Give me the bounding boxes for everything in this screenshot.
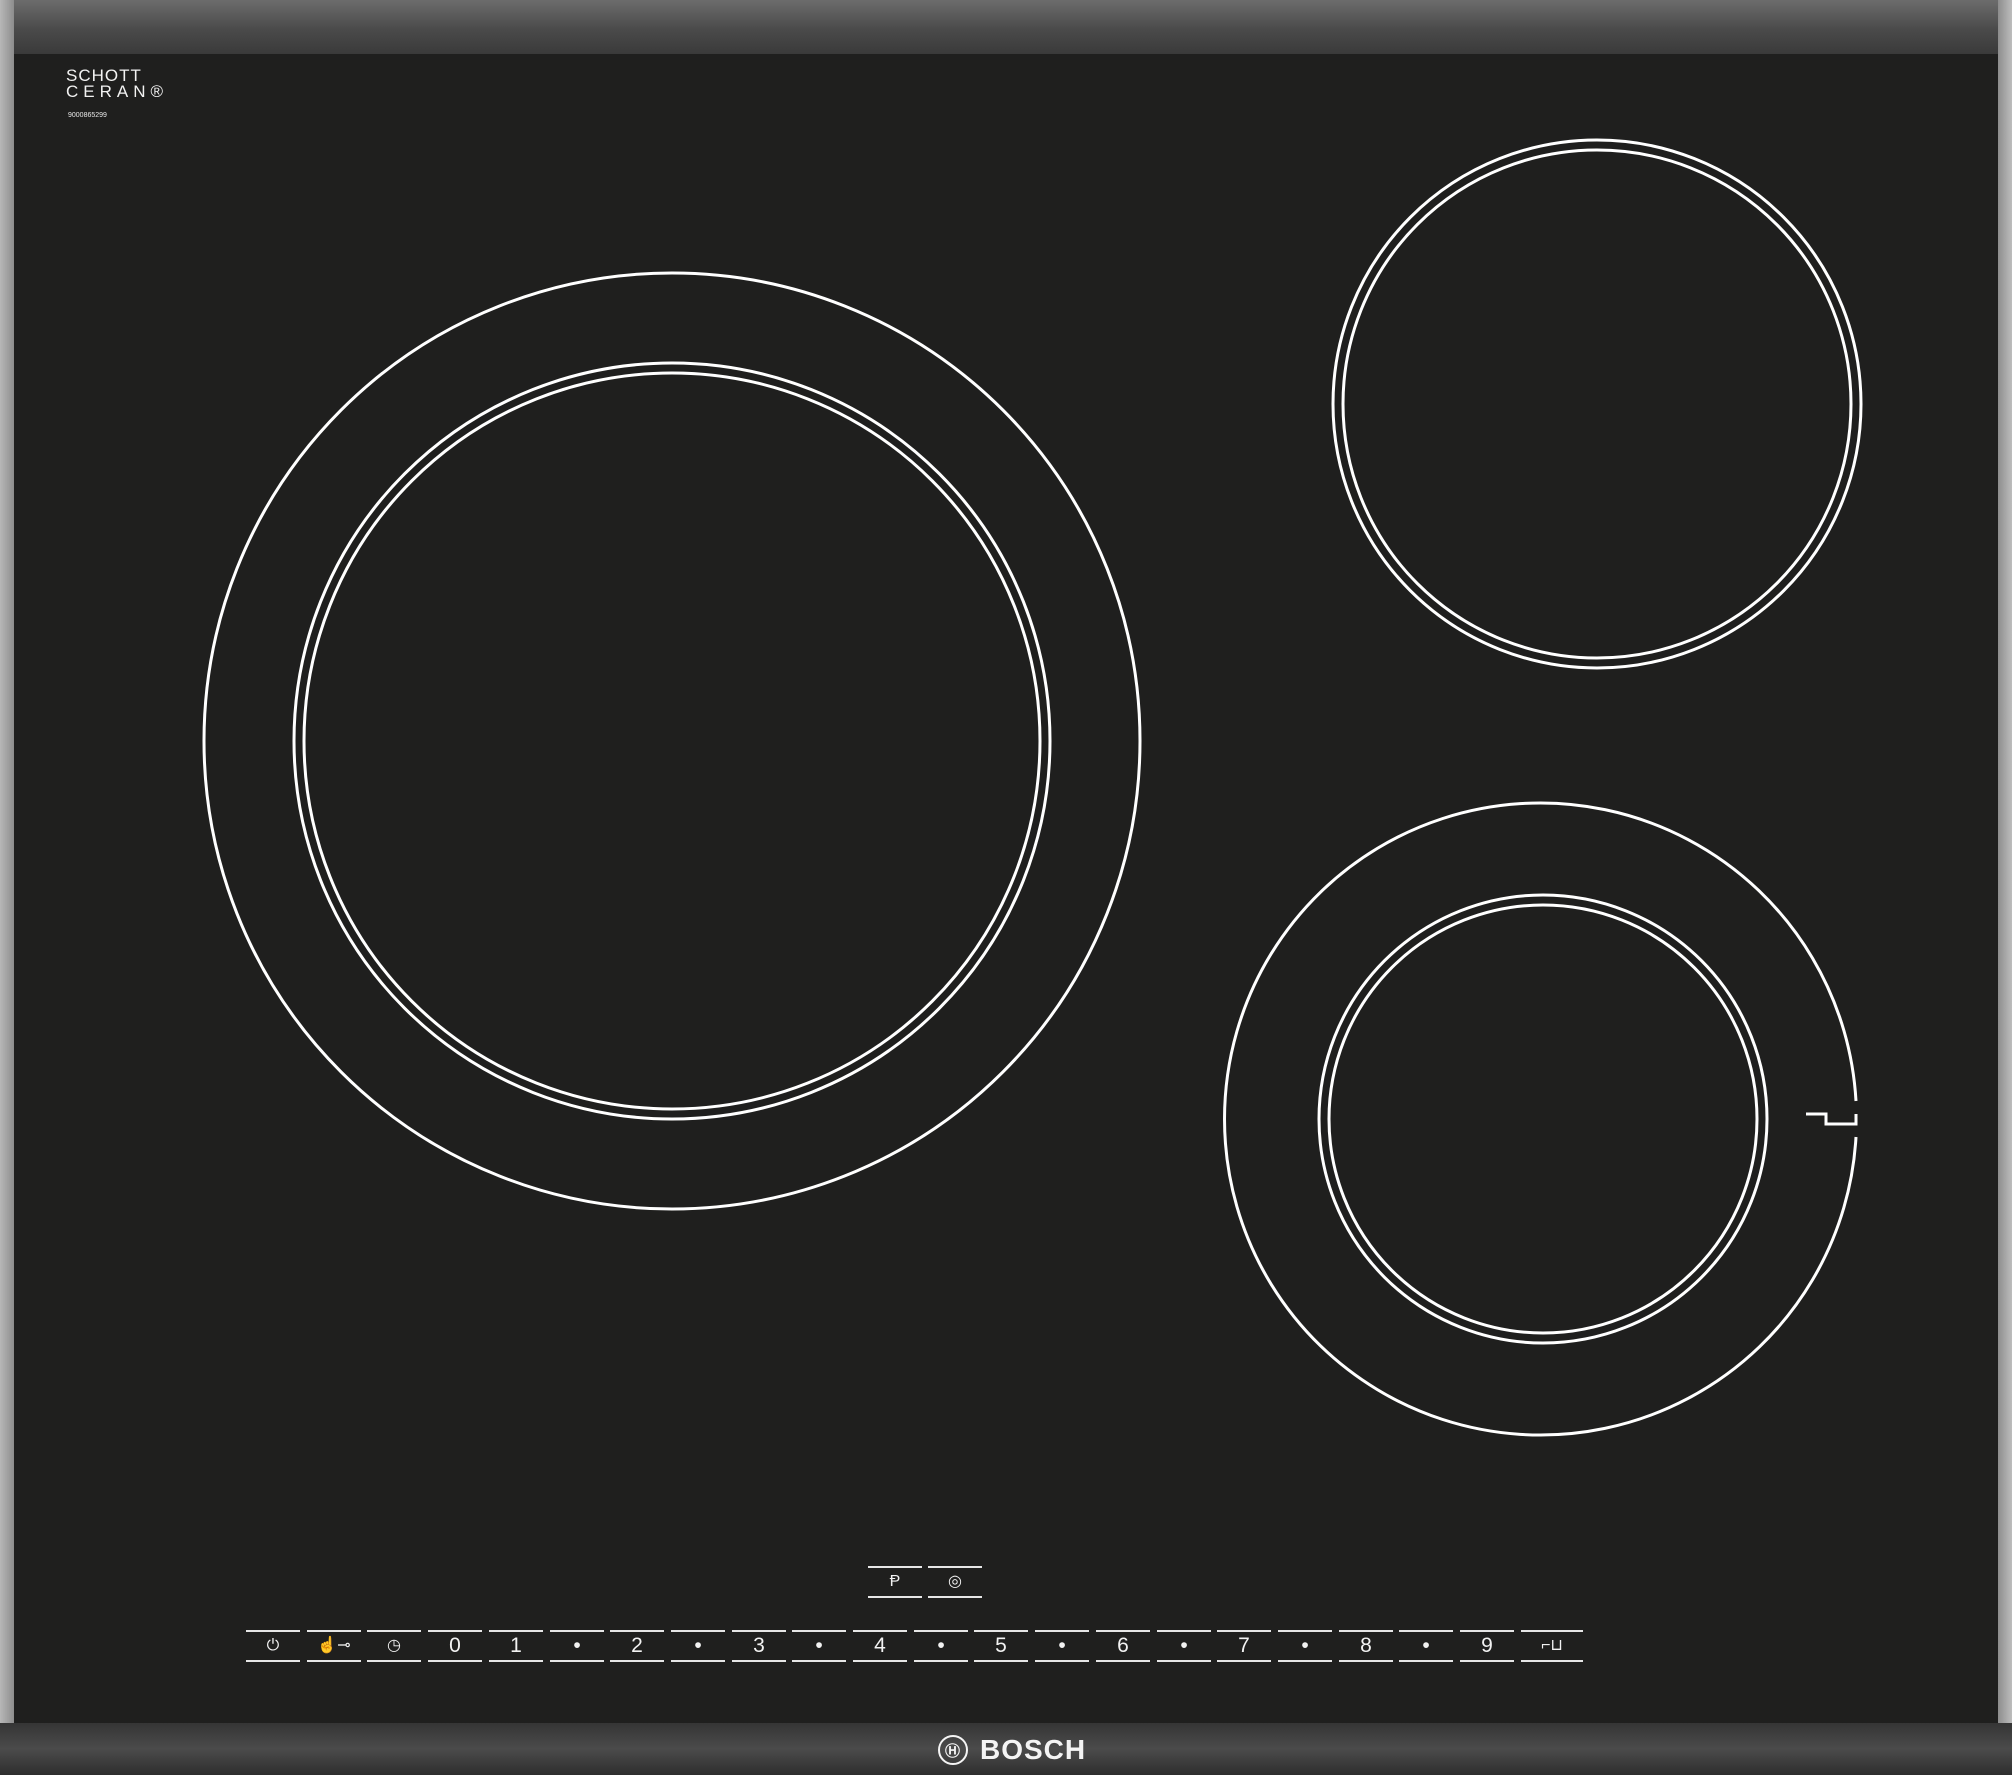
power-level-5-5[interactable]: • <box>1035 1630 1089 1662</box>
roaster-zone-inner-ring-b <box>1327 903 1759 1335</box>
roaster-cooking-zone[interactable] <box>1223 801 1858 1437</box>
power-level-8-5[interactable]: • <box>1399 1630 1453 1662</box>
large-zone-inner-ring-b <box>302 371 1042 1111</box>
power-level-6-5[interactable]: • <box>1157 1630 1211 1662</box>
cooking-zones <box>202 138 1863 1437</box>
ceramic-hob: SCHOTT CERAN® 9000865299 Ᵽ ◎ ⏻ ☝⊸ ◷ 0 1 … <box>0 0 2012 1775</box>
child-lock-button[interactable]: ☝⊸ <box>307 1630 361 1662</box>
bosch-logo: Ⓗ BOSCH <box>938 1730 1086 1770</box>
bosch-wordmark: BOSCH <box>980 1734 1087 1765</box>
medium-zone-ring-a <box>1331 138 1863 670</box>
power-level-6[interactable]: 6 <box>1096 1630 1150 1662</box>
zone-select-button[interactable]: ◎ <box>928 1566 982 1598</box>
power-level-7-5[interactable]: • <box>1278 1630 1332 1662</box>
power-level-7[interactable]: 7 <box>1217 1630 1271 1662</box>
power-level-4-5[interactable]: • <box>914 1630 968 1662</box>
roaster-indicator-icon <box>1806 1112 1858 1126</box>
bosch-armature-icon: Ⓗ <box>938 1735 968 1765</box>
large-zone-outer-ring <box>202 271 1142 1211</box>
medium-zone-ring-b <box>1341 148 1853 660</box>
roaster-zone-button[interactable]: ⌐⊔ <box>1521 1630 1583 1662</box>
power-level-5[interactable]: 5 <box>974 1630 1028 1662</box>
power-level-1-5[interactable]: • <box>550 1630 604 1662</box>
timer-button[interactable]: ◷ <box>367 1630 421 1662</box>
power-level-2[interactable]: 2 <box>610 1630 664 1662</box>
power-switch-button[interactable]: ⏻ <box>246 1630 300 1662</box>
power-level-8[interactable]: 8 <box>1339 1630 1393 1662</box>
power-level-3-5[interactable]: • <box>792 1630 846 1662</box>
power-level-2-5[interactable]: • <box>671 1630 725 1662</box>
power-level-1[interactable]: 1 <box>489 1630 543 1662</box>
power-level-3[interactable]: 3 <box>732 1630 786 1662</box>
roaster-zone-inner-ring-a <box>1317 893 1769 1345</box>
power-level-9[interactable]: 9 <box>1460 1630 1514 1662</box>
large-cooking-zone[interactable] <box>202 271 1142 1211</box>
power-boost-button[interactable]: Ᵽ <box>868 1566 922 1598</box>
power-level-0[interactable]: 0 <box>428 1630 482 1662</box>
large-zone-inner-ring-a <box>292 361 1052 1121</box>
power-level-4[interactable]: 4 <box>853 1630 907 1662</box>
medium-cooking-zone[interactable] <box>1331 138 1863 670</box>
